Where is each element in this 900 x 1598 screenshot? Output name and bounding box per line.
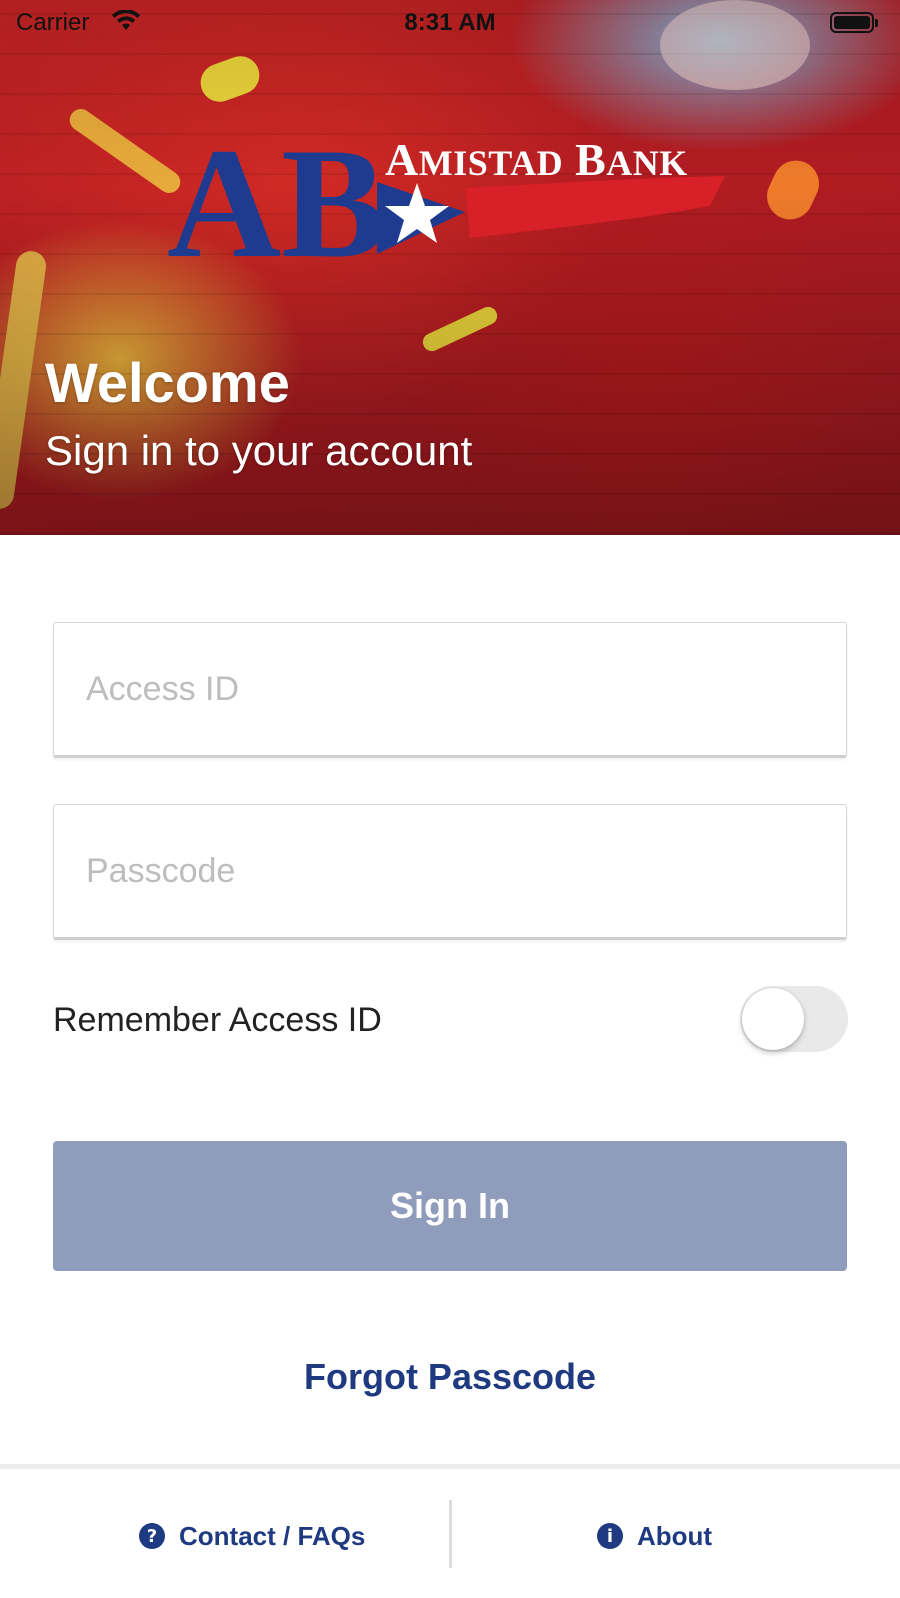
remember-access-id-label: Remember Access ID [53,1001,382,1039]
question-circle-icon: ? [139,1523,165,1549]
contact-faqs-label: Contact / FAQs [179,1520,366,1551]
about-link[interactable]: i About [597,1516,712,1556]
welcome-title: Welcome [45,351,290,414]
status-bar: Carrier 8:31 AM [0,0,900,46]
battery-icon [830,12,878,33]
logo-word-rest: MISTAD [418,143,564,183]
access-id-field[interactable] [53,622,847,758]
toggle-knob [742,988,804,1050]
about-label: About [637,1520,713,1551]
passcode-input[interactable] [54,805,846,937]
svg-text:AB: AB [167,128,387,268]
passcode-field[interactable] [53,804,847,940]
amistad-bank-logo: AB AMISTAD BANK [165,116,735,291]
info-circle-icon: i [597,1523,623,1549]
forgot-passcode-link[interactable]: Forgot Passcode [0,1356,900,1398]
footer-separator [449,1500,452,1568]
logo-wordmark: AMISTAD BANK [385,133,688,186]
remember-access-id-toggle[interactable] [740,986,848,1052]
access-id-input[interactable] [54,623,846,755]
footer-divider [0,1464,900,1469]
logo-word-rest: ANK [606,143,688,183]
sign-in-button[interactable]: Sign In [53,1141,847,1271]
logo-word-initial: A [385,134,419,185]
logo-word-initial: B [575,134,607,185]
contact-faqs-link[interactable]: ? Contact / FAQs [139,1516,365,1556]
status-time: 8:31 AM [404,9,496,36]
welcome-subtitle: Sign in to your account [45,427,473,474]
